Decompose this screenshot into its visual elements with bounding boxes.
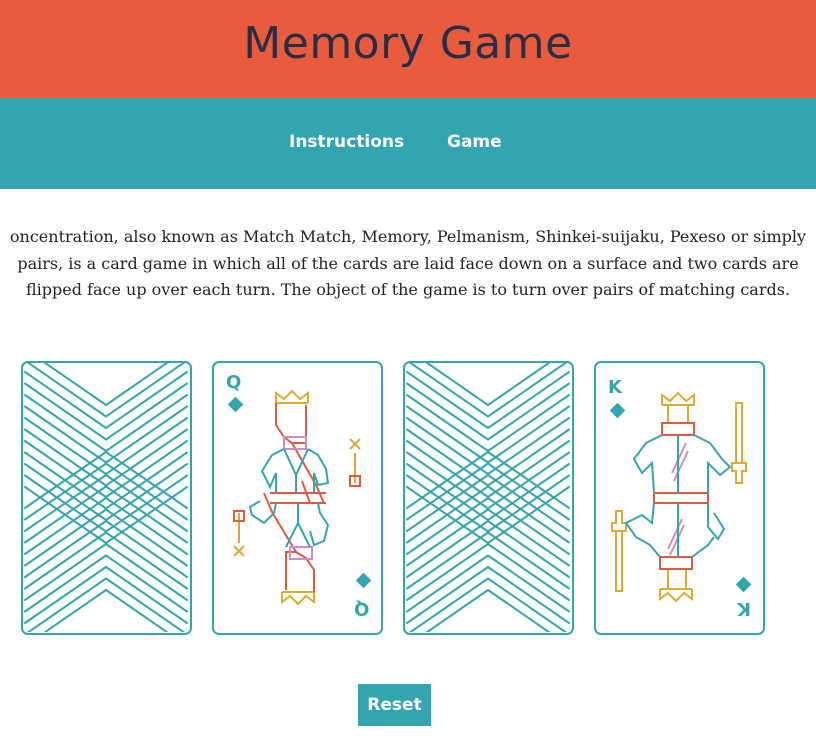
reset-button[interactable]: Reset xyxy=(358,684,431,726)
card-4-king[interactable]: K K xyxy=(594,361,765,635)
card-back-pattern-icon xyxy=(406,363,570,632)
site-header: Memory Game xyxy=(0,0,816,98)
diamond-icon xyxy=(227,396,244,413)
diamond-icon xyxy=(735,576,752,593)
card-3-face-down[interactable] xyxy=(403,361,574,635)
diamond-icon xyxy=(355,572,372,589)
game-description: oncentration, also known as Match Match,… xyxy=(0,224,816,304)
description-line: flipped face up over each turn. The obje… xyxy=(25,280,791,299)
queen-figure-icon xyxy=(227,389,372,606)
description-line: oncentration, also known as Match Match,… xyxy=(9,227,807,246)
main-nav: Instructions Game xyxy=(0,98,816,189)
king-figure-icon xyxy=(609,391,752,603)
nav-game-link[interactable]: Game xyxy=(447,132,502,152)
card-2-queen[interactable]: Q Q xyxy=(212,361,383,635)
nav-instructions-link[interactable]: Instructions xyxy=(289,132,404,152)
diamond-icon xyxy=(609,402,626,419)
card-back-pattern-icon xyxy=(24,363,188,632)
description-line: pairs, is a card game in which all of th… xyxy=(17,253,799,273)
page-title: Memory Game xyxy=(243,17,573,69)
card-1-face-down[interactable] xyxy=(21,361,192,635)
